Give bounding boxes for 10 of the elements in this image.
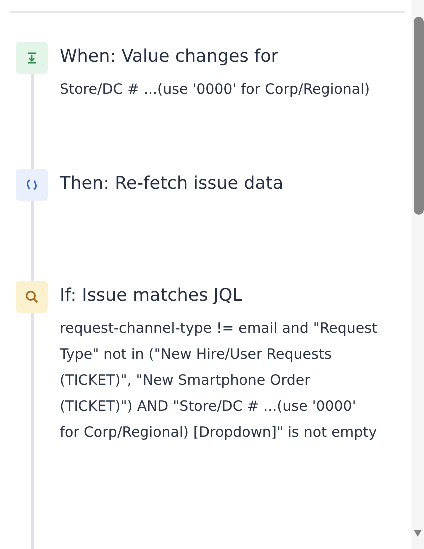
refresh-icon [25,178,39,192]
search-icon [25,290,39,304]
step-description: Store/DC # ...(use '0000' for Corp/Regional) [60,81,372,100]
step-description: request-channel-type != email and "Request Type" not in ("New Hire/User Requests (TICKET)", "New Smartphone Order (TICKET)") AND "Store/DC # ...(use '0000' for Corp/Regional) [Dropdown]" is not empty [60,320,379,443]
step-title: Then: Re-fetch issue data [60,173,285,196]
step-title: If: Issue matches JQL [60,285,244,308]
scroll-down-icon[interactable] [414,530,422,537]
step-title: When: Value changes for [60,46,280,69]
scrollbar-thumb[interactable] [414,17,424,215]
download-icon [26,52,38,64]
